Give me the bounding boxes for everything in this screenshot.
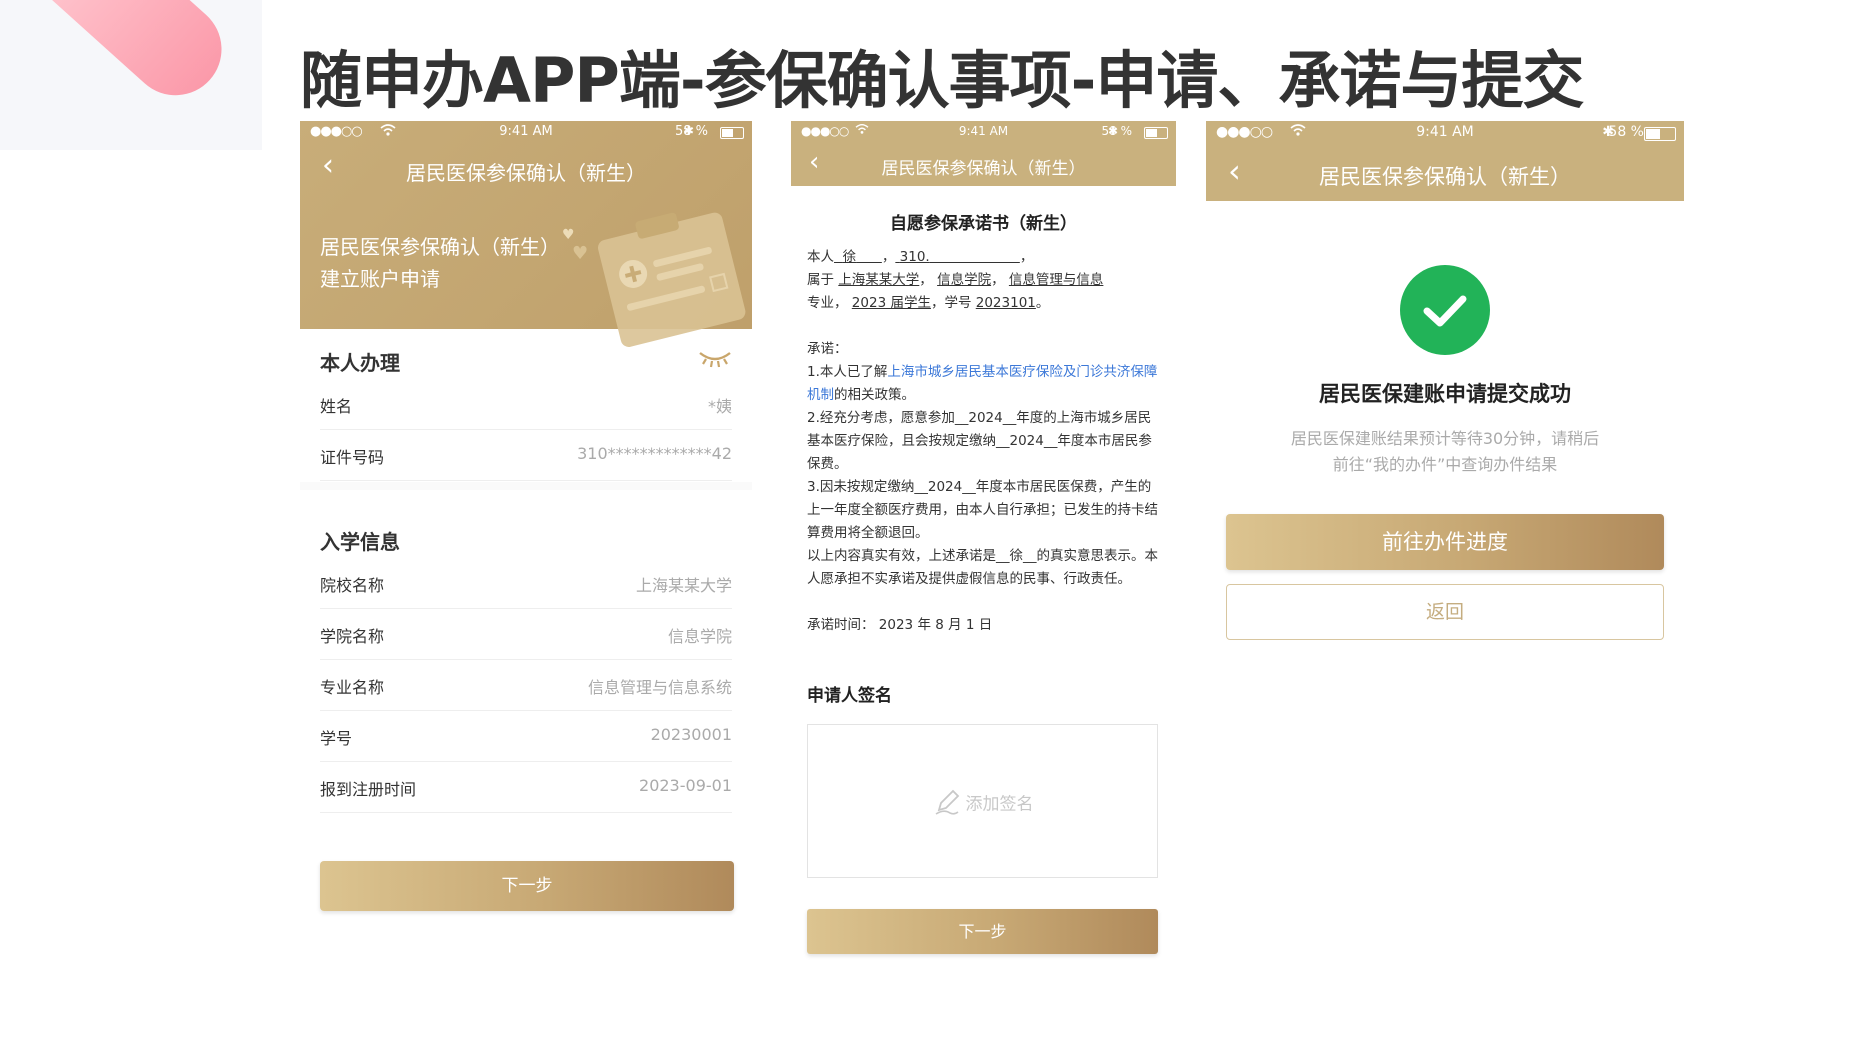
battery-percent: 58 %: [1101, 124, 1133, 138]
text: 的相关政策。: [834, 387, 915, 403]
next-step-button[interactable]: 下一步: [320, 861, 734, 911]
signature-placeholder: 添加签名: [965, 794, 1034, 815]
slide-title: 随申办APP端-参保确认事项-申请、承诺与提交: [300, 44, 1584, 117]
promise-item-1: 1.本人已了解上海市城乡居民基本医疗保险及门诊共济保障机制的相关政策。: [807, 361, 1160, 407]
phone-screen-commitment: ●●●○○ 9:41 AM ✱ 58 % ‹ 居民医保参保确认（新生） 自愿参保…: [791, 121, 1176, 971]
row-label: 学号: [320, 729, 353, 748]
major-name: 信息管理与信息: [1008, 272, 1104, 288]
text: 以上内容真实有效，上述承诺是: [807, 548, 996, 564]
school-name: 上海某某大学: [838, 272, 920, 288]
info-row-id-number: 证件号码 310*************42: [320, 430, 732, 481]
pink-stripe-decoration: [0, 0, 241, 115]
nav-title: 居民医保参保确认（新生）: [881, 159, 1086, 179]
applicant-name: 徐: [834, 249, 882, 265]
text: ，: [991, 272, 1005, 288]
commitment-body: 本人 徐 ， 310. ， 属于 上海某某大学， 信息学院， 信息管理与信息 专…: [807, 246, 1160, 637]
text: 。: [1035, 295, 1050, 311]
nav-bar: ●●●○○ 9:41 AM ✱ 58 % ‹ 居民医保参保确认（新生）: [791, 121, 1176, 186]
row-value: 信息学院: [667, 627, 732, 646]
battery-icon: [720, 127, 744, 139]
row-label: 专业名称: [320, 678, 385, 697]
phone-screen-apply: ●●●○○ 9:41 AM ✱ 58 % ‹ 居民医保参保确认（新生） 居民医保…: [300, 121, 752, 841]
pen-edit-icon: [932, 787, 962, 822]
grade-year: 2023 届学生: [851, 295, 931, 311]
doc-line-identity: 本人 徐 ， 310. ，: [807, 246, 1160, 269]
success-desc-line1: 居民医保建账结果预计等待30分钟，请稍后: [1290, 429, 1600, 448]
battery-icon: [1144, 127, 1168, 139]
row-value: 2023-09-01: [639, 776, 732, 795]
statement-name: __徐: [996, 548, 1023, 564]
nav-title: 居民医保参保确认（新生）: [1319, 165, 1571, 189]
battery-icon: [1644, 127, 1676, 141]
promise-item-2: 2.经充分考虑，愿意参加__2024__年度的上海市城乡居民基本医疗保险，且会按…: [807, 410, 1152, 472]
heart-decoration-icon: ♥: [562, 227, 575, 243]
text: 1.本人已了解: [807, 364, 888, 380]
text: ，学号: [930, 295, 972, 311]
header-banner: ●●●○○ 9:41 AM ✱ 58 % ‹ 居民医保参保确认（新生） 居民医保…: [300, 121, 752, 347]
row-value: 310*************42: [577, 444, 732, 463]
signature-label: 申请人签名: [807, 686, 892, 706]
text: 专业，: [807, 295, 848, 311]
info-row-student-number: 学号 20230001: [320, 711, 732, 762]
text: ，: [881, 249, 896, 265]
commitment-date: 承诺时间： 2023 年 8 月 1 日: [807, 617, 993, 633]
phone-screen-success: ●●●○○ 9:41 AM ✱ 58 % ‹ 居民医保参保确认（新生） 居民医保…: [1206, 121, 1684, 681]
info-row-name: 姓名 *姨: [320, 379, 732, 430]
status-bar: ●●●○○ 9:41 AM ✱ 58 %: [1206, 121, 1684, 143]
row-value: 上海某某大学: [635, 576, 732, 595]
text: ，: [919, 272, 933, 288]
college-name: 信息学院: [937, 272, 992, 288]
view-progress-button[interactable]: 前往办件进度: [1226, 514, 1664, 570]
heart-decoration-icon: ♥: [572, 243, 589, 264]
success-desc-line2: 前往“我的办件”中查询办件结果: [1332, 455, 1558, 474]
info-row-college: 学院名称 信息学院: [320, 609, 732, 660]
row-label: 学院名称: [320, 627, 385, 646]
applicant-id: 310.: [895, 249, 1019, 265]
row-label: 院校名称: [320, 576, 385, 595]
clipboard-illustration-icon: [588, 198, 752, 348]
doc-line-student: 专业， 2023 届学生，学号 2023101。: [807, 292, 1160, 315]
section-title-school: 入学信息: [320, 530, 400, 554]
text: 徐: [842, 249, 857, 265]
text: 本人: [807, 249, 834, 265]
text: 310.: [899, 249, 930, 265]
row-value: 20230001: [650, 725, 732, 744]
section-title-self: 本人办理: [320, 351, 400, 375]
corner-decoration: [0, 0, 262, 150]
text: 属于: [807, 272, 834, 288]
text: ，: [1019, 249, 1034, 265]
document-title: 自愿参保承诺书（新生）: [890, 214, 1077, 234]
info-row-register-date: 报到注册时间 2023-09-01: [320, 762, 732, 813]
battery-percent: 58 %: [1608, 124, 1644, 140]
info-row-major: 专业名称 信息管理与信息系统: [320, 660, 732, 711]
promise-item-3: 3.因未按规定缴纳__2024__年度本市居民医保费，产生的上一年度全额医疗费用…: [807, 479, 1158, 541]
row-value: *姨: [707, 397, 732, 416]
banner-title-line1: 居民医保参保确认（新生）: [320, 235, 560, 259]
status-bar: ●●●○○ 9:41 AM ✱ 58 %: [791, 121, 1176, 143]
success-check-icon: [1400, 265, 1490, 355]
section-divider: [300, 482, 752, 490]
row-value: 信息管理与信息系统: [587, 678, 732, 697]
info-row-school: 院校名称 上海某某大学: [320, 558, 732, 609]
signature-box[interactable]: 添加签名: [807, 724, 1158, 878]
row-label: 姓名: [320, 397, 353, 416]
nav-title: 居民医保参保确认（新生）: [406, 161, 646, 185]
success-title: 居民医保建账申请提交成功: [1319, 382, 1571, 406]
eye-closed-icon[interactable]: [698, 349, 732, 373]
battery-percent: 58 %: [674, 124, 708, 139]
promise-statement: 以上内容真实有效，上述承诺是__徐__的真实意思表示。本人愿承担不实承诺及提供虚…: [807, 545, 1160, 591]
student-number: 2023101: [975, 295, 1036, 311]
return-button[interactable]: 返回: [1226, 584, 1664, 640]
doc-line-school: 属于 上海某某大学， 信息学院， 信息管理与信息: [807, 269, 1160, 292]
banner-title-line2: 建立账户申请: [320, 267, 440, 291]
next-step-button[interactable]: 下一步: [807, 909, 1158, 954]
row-label: 证件号码: [320, 448, 385, 467]
nav-bar: ●●●○○ 9:41 AM ✱ 58 % ‹ 居民医保参保确认（新生）: [1206, 121, 1684, 201]
promise-label: 承诺：: [807, 341, 848, 357]
row-label: 报到注册时间: [320, 780, 417, 799]
status-bar: ●●●○○ 9:41 AM ✱ 58 %: [300, 121, 752, 143]
